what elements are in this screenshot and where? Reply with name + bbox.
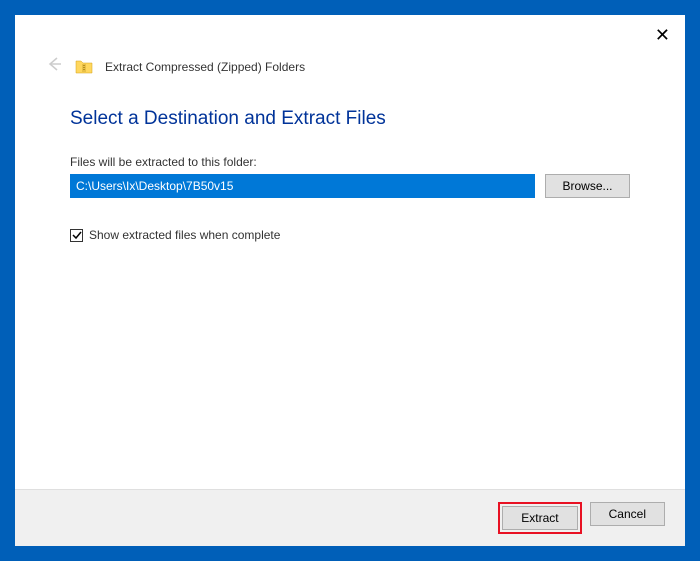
path-row: Browse... [70, 174, 630, 198]
checkbox-row: Show extracted files when complete [70, 228, 630, 242]
extract-button-highlight: Extract [498, 502, 581, 534]
path-label: Files will be extracted to this folder: [70, 155, 630, 169]
back-arrow-icon [45, 55, 63, 78]
zip-folder-icon [75, 58, 93, 76]
show-files-checkbox[interactable] [70, 229, 83, 242]
cancel-button[interactable]: Cancel [590, 502, 665, 526]
checkbox-label: Show extracted files when complete [89, 228, 280, 242]
dialog-header: Extract Compressed (Zipped) Folders [15, 15, 685, 88]
extract-button[interactable]: Extract [502, 506, 577, 530]
close-icon[interactable]: ✕ [655, 25, 670, 46]
main-heading: Select a Destination and Extract Files [70, 108, 630, 130]
window-title: Extract Compressed (Zipped) Folders [105, 60, 305, 74]
dialog-footer: Extract Cancel [15, 489, 685, 546]
extract-dialog: ✕ Extract Compressed (Zipped) Folders Se… [15, 15, 685, 546]
browse-button[interactable]: Browse... [545, 174, 630, 198]
dialog-content: Select a Destination and Extract Files F… [15, 88, 685, 489]
destination-path-input[interactable] [70, 174, 535, 198]
